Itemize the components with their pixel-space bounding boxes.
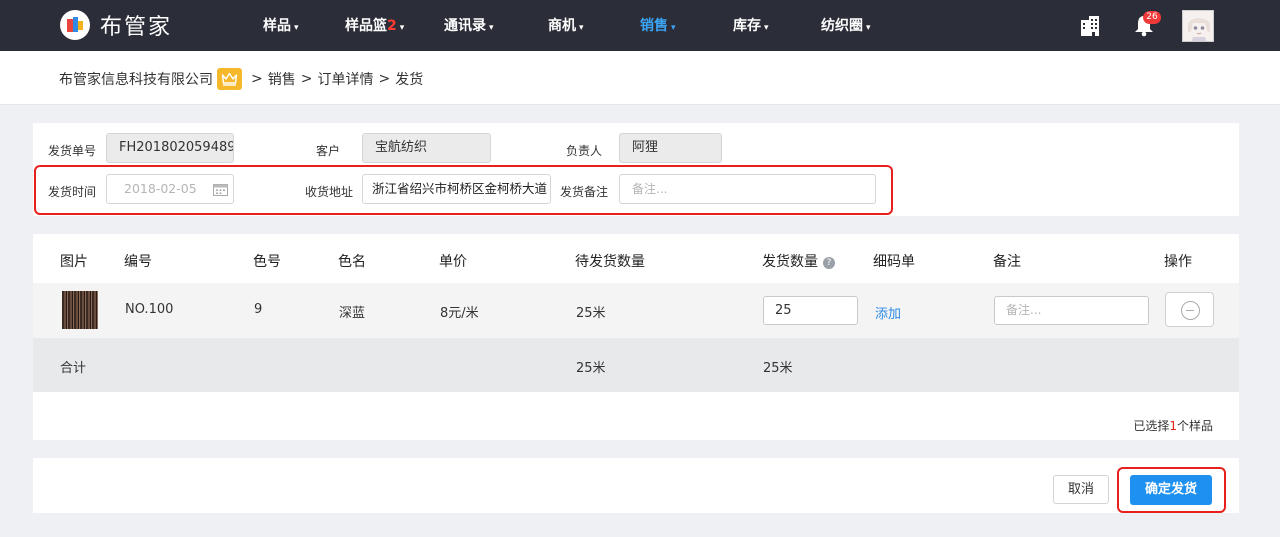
ship-qty-input[interactable]: 25: [763, 296, 858, 325]
cell-color-name: 深蓝: [339, 306, 366, 321]
total-label: 合计: [60, 361, 87, 376]
column-header-ship-qty: 发货数量?: [762, 251, 835, 271]
total-ship-qty: 25米: [763, 361, 793, 376]
owner-label: 负责人: [566, 144, 603, 158]
nav-label: 样品篮: [345, 18, 387, 34]
nav-label: 通讯录: [444, 18, 486, 34]
calendar-icon[interactable]: [213, 183, 228, 196]
column-header-color-no: 色号: [253, 254, 281, 270]
total-pending-qty: 25米: [576, 361, 606, 376]
product-thumbnail[interactable]: [62, 291, 98, 329]
chevron-down-icon: ▾: [671, 23, 676, 33]
nav-item-sample-basket[interactable]: 样品篮2 ▾: [345, 15, 404, 35]
breadcrumb-bar: 布管家信息科技有限公司 > 销售 > 订单详情 > 发货: [0, 51, 1280, 105]
cell-code: NO.100: [125, 302, 174, 317]
app-name: 布管家: [100, 15, 173, 40]
customer-label: 客户: [316, 144, 341, 158]
address-label: 收货地址: [305, 185, 354, 199]
confirm-ship-button[interactable]: 确定发货: [1130, 475, 1212, 505]
nav-item-contacts[interactable]: 通讯录 ▾: [444, 15, 494, 35]
owner-field: 阿狸: [619, 133, 722, 163]
column-header-price: 单价: [439, 254, 467, 270]
nav-item-inventory[interactable]: 库存 ▾: [733, 15, 769, 35]
column-header-action: 操作: [1164, 254, 1192, 270]
ship-date-value: 2018-02-05: [124, 181, 197, 196]
nav-label: 库存: [733, 18, 761, 34]
nav-label: 样品: [263, 18, 291, 34]
row-note-input[interactable]: 备注...: [994, 296, 1149, 325]
logo[interactable]: 布管家: [60, 10, 172, 40]
minus-circle-icon: [1181, 301, 1200, 320]
breadcrumb: 布管家信息科技有限公司 > 销售 > 订单详情 > 发货: [59, 68, 423, 90]
breadcrumb-separator: >: [251, 71, 263, 87]
chevron-down-icon: ▾: [489, 23, 494, 33]
building-icon[interactable]: [1080, 15, 1100, 36]
column-header-code: 编号: [124, 254, 152, 270]
ship-date-field[interactable]: 2018-02-05: [106, 174, 234, 204]
add-detail-link[interactable]: 添加: [875, 303, 901, 322]
action-bar: 取消 确定发货: [33, 458, 1239, 513]
ship-qty-header-label: 发货数量: [762, 254, 818, 270]
help-icon[interactable]: ?: [823, 257, 835, 269]
order-no-label: 发货单号: [48, 144, 97, 158]
basket-count-badge: 2: [387, 18, 397, 34]
cell-price: 8元/米: [440, 306, 479, 321]
order-no-field: FH201802059489: [106, 133, 234, 163]
avatar[interactable]: [1182, 10, 1214, 42]
chevron-down-icon: ▾: [764, 23, 769, 33]
remark-input[interactable]: 备注...: [619, 174, 876, 204]
total-row: 合计 25米 25米: [33, 338, 1239, 392]
customer-field: 宝航纺织: [362, 133, 491, 163]
selected-suffix: 个样品: [1176, 419, 1213, 433]
table-row: NO.100 9 深蓝 8元/米 25米 25 添加 备注...: [33, 283, 1239, 338]
logo-icon: [60, 10, 90, 40]
items-table: 图片 编号 色号 色名 单价 待发货数量 发货数量? 细码单 备注 操作 NO.…: [33, 234, 1239, 440]
selected-count: 1: [1169, 419, 1177, 433]
column-header-color-name: 色名: [338, 254, 366, 270]
chevron-down-icon: ▾: [866, 23, 871, 33]
nav-item-textile-circle[interactable]: 纺织圈 ▾: [821, 15, 871, 35]
ship-date-label: 发货时间: [48, 185, 97, 199]
column-header-image: 图片: [60, 254, 88, 270]
nav-item-sales[interactable]: 销售 ▾: [640, 15, 676, 35]
cell-color-no: 9: [254, 302, 263, 317]
chevron-down-icon: ▾: [579, 23, 584, 33]
selected-count-text: 已选择1个样品: [1133, 417, 1213, 434]
nav-item-opportunities[interactable]: 商机 ▾: [548, 15, 584, 35]
breadcrumb-separator: >: [300, 71, 313, 87]
chevron-down-icon: ▾: [294, 23, 299, 33]
crown-icon: [217, 68, 242, 90]
column-header-pending-qty: 待发货数量: [575, 254, 645, 270]
chevron-down-icon: ▾: [399, 23, 405, 33]
breadcrumb-company[interactable]: 布管家信息科技有限公司: [59, 69, 213, 89]
selected-prefix: 已选择: [1133, 419, 1170, 433]
remark-label: 发货备注: [560, 185, 609, 199]
breadcrumb-item-sales[interactable]: 销售: [268, 69, 296, 89]
cell-pending-qty: 25米: [576, 306, 606, 321]
breadcrumb-separator: >: [378, 71, 391, 87]
address-input[interactable]: 浙江省绍兴市柯桥区金柯桥大道: [362, 174, 551, 204]
remove-row-button[interactable]: [1165, 292, 1214, 327]
top-navbar: 布管家 样品 ▾ 样品篮2 ▾ 通讯录 ▾ 商机 ▾ 销售 ▾ 库存 ▾ 纺织圈 ▾ 26: [0, 0, 1280, 51]
nav-item-samples[interactable]: 样品 ▾: [263, 15, 299, 35]
breadcrumb-item-ship: 发货: [395, 72, 424, 88]
column-header-detail-sheet: 细码单: [873, 254, 915, 270]
nav-label: 商机: [548, 18, 576, 34]
nav-label: 销售: [640, 18, 668, 34]
shipment-form: 发货单号 FH201802059489 客户 宝航纺织 负责人 阿狸 发货时间 …: [33, 123, 1239, 216]
cancel-button[interactable]: 取消: [1053, 475, 1109, 504]
nav-label: 纺织圈: [821, 18, 863, 34]
notification-badge: 26: [1143, 11, 1161, 24]
breadcrumb-item-order-detail[interactable]: 订单详情: [317, 69, 373, 89]
column-header-note: 备注: [993, 254, 1021, 270]
